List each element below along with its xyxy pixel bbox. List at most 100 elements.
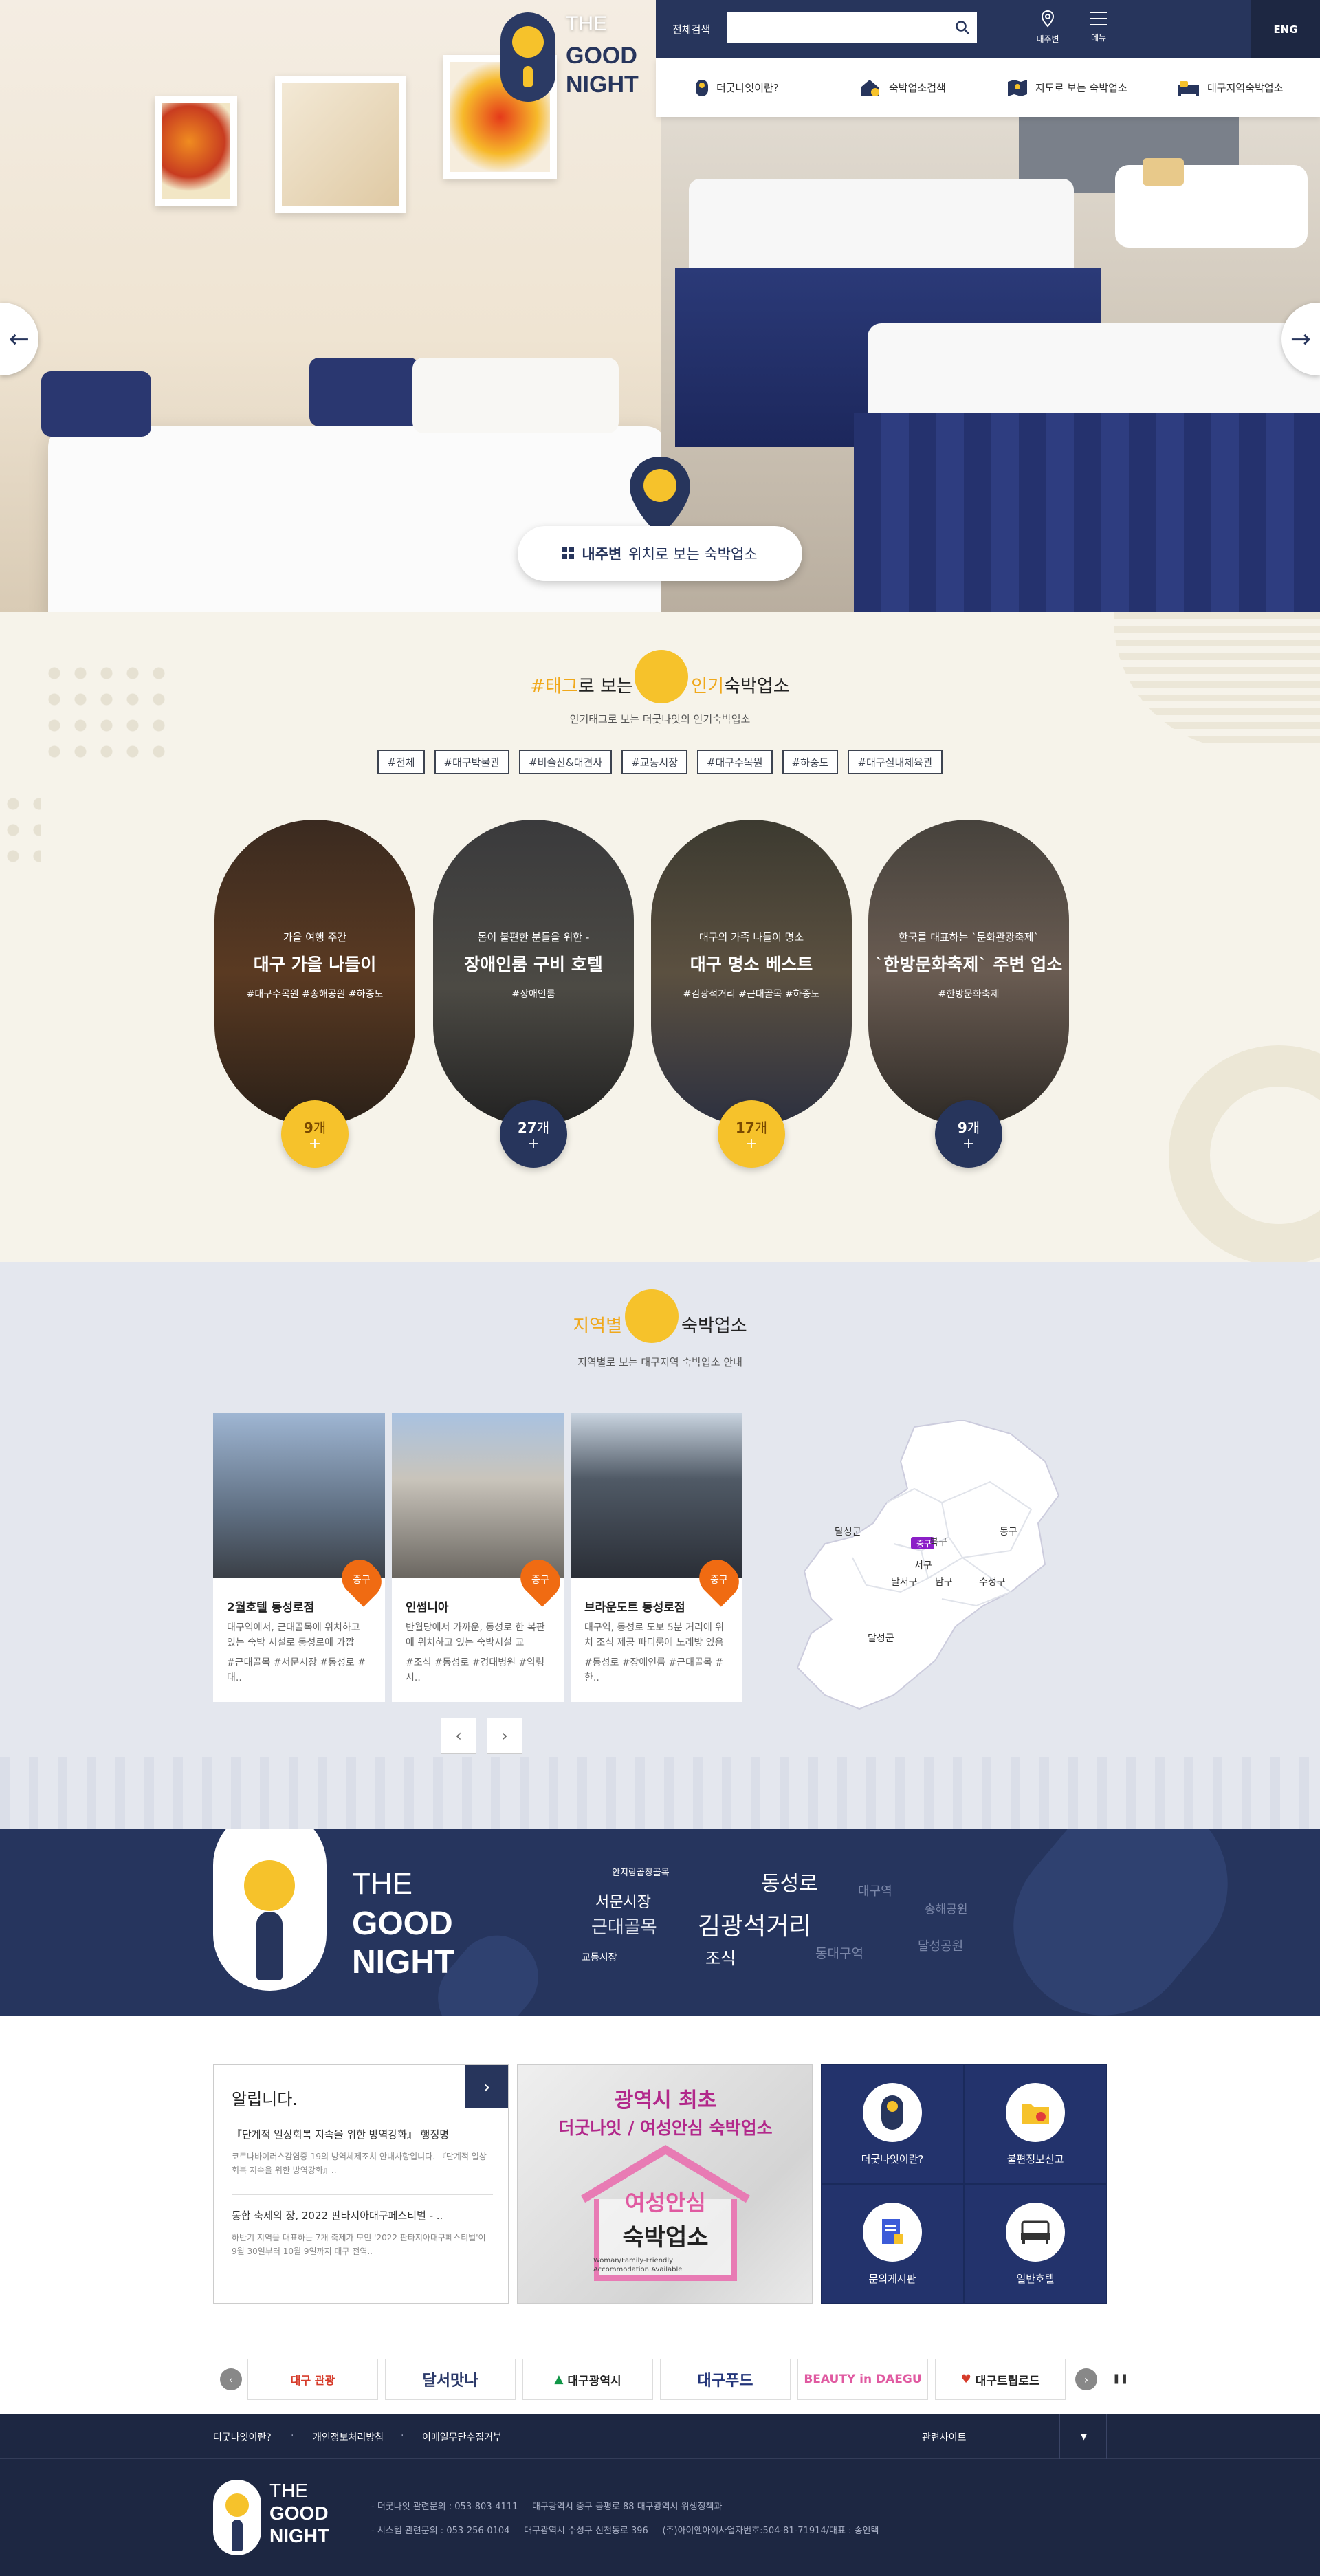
hamburger-icon [1090, 12, 1107, 25]
region-section: 지역별 숙박업소 지역별로 보는 대구지역 숙박업소 안내 중구 2월호텔 동성로… [0, 1262, 1320, 1829]
keyword[interactable]: 달성공원 [918, 1936, 963, 1954]
nearby-map-button[interactable]: 내주변 위치로 보는 숙박업소 [518, 526, 802, 581]
nav-item-region[interactable]: 대구지역숙박업소 [1177, 58, 1283, 117]
partner-logo[interactable]: 달서맛나 [385, 2359, 516, 2400]
logo-night: NIGHT [566, 72, 639, 98]
keyword[interactable]: 조식 [705, 1945, 736, 1969]
footer-link[interactable]: 이메일무단수집거부 [422, 2430, 502, 2444]
house-search-icon [861, 79, 879, 96]
my-area-button[interactable]: 내주변 [1027, 10, 1068, 51]
district-label-junggu[interactable]: 중구 [912, 1538, 936, 1549]
keyword[interactable]: 동성로 [761, 1866, 818, 1897]
region-next-button[interactable]: › [487, 1718, 522, 1754]
tag-chip[interactable]: #비슬산&대견사 [519, 750, 613, 774]
tag-card[interactable]: 가을 여행 주간 대구 가을 나들이 #대구수목원 #송해공원 #하중도 [214, 820, 415, 1126]
pause-icon[interactable]: ❚❚ [1112, 2373, 1128, 2384]
keyword[interactable]: 송해공원 [925, 1899, 968, 1917]
logos-next-button[interactable]: › [1075, 2368, 1097, 2390]
hotel-card[interactable]: 중구 인썸니아 반월당에서 가까운, 동성로 한 복판에 위치하고 있는 숙박시… [392, 1413, 568, 1702]
footer-logo-night: NIGHT [270, 2525, 330, 2546]
card-count[interactable]: 9개 + [935, 1100, 1002, 1168]
promo-banner[interactable]: 광역시 최초 더굿나잇 / 여성안심 숙박업소 여성안심 숙박업소 Woman/… [517, 2064, 813, 2304]
district-label[interactable]: 동구 [1000, 1525, 1018, 1538]
district-label[interactable]: 남구 [935, 1575, 953, 1589]
hotel-name: 2월호텔 동성로점 [227, 1601, 315, 1615]
card-count[interactable]: 9개 + [281, 1100, 349, 1168]
district-label[interactable]: 서구 [914, 1558, 932, 1572]
tag-card[interactable]: 몸이 불편한 분들을 위한 - 장애인룸 구비 호텔 #장애인룸 [433, 820, 634, 1126]
partner-logo[interactable]: 대구 관광 [248, 2359, 378, 2400]
search-button[interactable] [947, 12, 977, 43]
card-count[interactable]: 27개 + [500, 1100, 567, 1168]
district-label[interactable]: 달성군 [868, 1631, 894, 1645]
notice-item[interactable]: 『단계적 일상회복 지속을 위한 방역강화』 행정명 코로나바이러스감염증-19… [232, 2127, 493, 2178]
logos-prev-button[interactable]: ‹ [220, 2368, 242, 2390]
tag-chip[interactable]: #대구수목원 [696, 750, 773, 774]
partner-logo[interactable]: ▲ 대구광역시 [522, 2359, 653, 2400]
logo-the: THE [566, 12, 607, 35]
tag-chip[interactable]: #교동시장 [622, 750, 688, 774]
menu-label: 메뉴 [1090, 33, 1107, 43]
footer-link[interactable]: 더굿나잇이란? [213, 2430, 272, 2444]
nav-item-about[interactable]: 더굿나잇이란? [694, 58, 779, 117]
popular-tag-section: #태그로 보는 인기숙박업소 인기태그로 보는 더굿나잇의 인기숙박업소 #전체… [0, 612, 1320, 1262]
hotel-desc: 반월당에서 가까운, 동성로 한 복판에 위치하고 있는 숙박시설 교 [406, 1622, 545, 1649]
quick-qna[interactable]: 문의게시판 [821, 2184, 964, 2304]
tag-card[interactable]: 대구의 가족 나들이 명소 대구 명소 베스트 #김광석거리 #근대골목 #하중… [651, 820, 852, 1126]
count-value: 9 [957, 1119, 967, 1136]
partner-logo[interactable]: ♥ 대구트립로드 [935, 2359, 1066, 2400]
quick-label: 일반호텔 [1016, 2272, 1055, 2285]
keyword[interactable]: 교동시장 [582, 1950, 617, 1964]
tag-chip[interactable]: #대구실내체육관 [848, 750, 943, 774]
footer-link[interactable]: 개인정보처리방침 [313, 2430, 384, 2444]
plus-icon: + [745, 1135, 758, 1153]
quick-hotel[interactable]: 일반호텔 [964, 2184, 1107, 2304]
notice-item[interactable]: 동합 축제의 장, 2022 판타지아대구페스티벌 - .. 하반기 지역을 대… [232, 2208, 493, 2259]
card-tags: #장애인룸 [512, 989, 556, 1000]
search-input[interactable] [727, 12, 947, 43]
menu-button[interactable]: 메뉴 [1078, 10, 1119, 51]
separator: · [401, 2430, 404, 2441]
nav-item-map[interactable]: 지도로 보는 숙박업소 [1006, 58, 1128, 117]
district-label[interactable]: 수성구 [979, 1575, 1006, 1589]
pillow [309, 358, 419, 426]
hotel-photo [213, 1413, 385, 1578]
site-logo[interactable]: THE GOOD NIGHT [500, 12, 659, 109]
region-prev-button[interactable]: ‹ [441, 1718, 476, 1754]
title-part: 지역별 [573, 1316, 623, 1337]
notice-more-button[interactable]: › [465, 2065, 508, 2108]
folder-icon [1006, 2082, 1065, 2142]
partner-logo[interactable]: BEAUTY in DAEGU [798, 2359, 928, 2400]
district-label[interactable]: 달서구 [891, 1575, 918, 1589]
info-section: 알립니다. › 『단계적 일상회복 지속을 위한 방역강화』 행정명 코로나바이… [0, 2016, 1320, 2344]
keyword[interactable]: 근대골목 [591, 1913, 657, 1939]
quick-report[interactable]: 불편정보신고 [964, 2064, 1107, 2184]
keyword[interactable]: 김광석거리 [698, 1906, 812, 1942]
hotel-badge-icon [625, 1289, 679, 1343]
person-silhouette-icon [256, 1912, 283, 1980]
tag-chip[interactable]: #대구박물관 [434, 750, 510, 774]
related-sites-select[interactable]: 관련사이트 ▼ [901, 2414, 1107, 2459]
tag-chip[interactable]: #전체 [377, 750, 425, 774]
map-pin-icon [627, 455, 693, 538]
hotel-card[interactable]: 중구 브라운도트 동성로점 대구역, 동성로 도보 5분 거리에 위치 조식 제… [571, 1413, 747, 1702]
brand-banner: THE GOOD NIGHT 안지랑곱창골목 동성로 대구역 서문시장 송해공원… [0, 1829, 1320, 2016]
tag-card[interactable]: 한국를 대표하는 `문화관광축제` `한방문화축제` 주변 업소 #한방문화축제 [868, 820, 1069, 1126]
keyword[interactable]: 안지랑곱창골목 [612, 1865, 670, 1878]
notice-item-body: 코로나바이러스감염증-19의 방역체제조치 안내사항입니다. 『단계적 일상회복… [232, 2152, 487, 2176]
nav-item-search[interactable]: 숙박업소검색 [859, 58, 946, 117]
logo-pin-icon [500, 12, 556, 102]
footer-info: THE GOOD NIGHT - 더굿나잇 관련문의 : 053-803-411… [0, 2459, 1320, 2576]
quick-about[interactable]: 더굿나잇이란? [821, 2064, 964, 2184]
keyword[interactable]: 서문시장 [595, 1890, 651, 1912]
partner-logo[interactable]: 대구푸드 [660, 2359, 791, 2400]
keyword[interactable]: 대구역 [858, 1881, 892, 1899]
quick-menu: 더굿나잇이란? 불편정보신고 문의게시판 일반호텔 [821, 2064, 1107, 2304]
card-count[interactable]: 17개 + [718, 1100, 785, 1168]
tag-chip[interactable]: #하중도 [782, 750, 839, 774]
lang-button[interactable]: ENG [1251, 0, 1320, 58]
hotel-card[interactable]: 중구 2월호텔 동성로점 대구역에서, 근대골목에 위치하고 있는 숙박 시설로… [213, 1413, 389, 1702]
district-label[interactable]: 달성군 [835, 1525, 861, 1538]
footer-contact-1: - 더굿나잇 관련문의 : 053-803-4111 대구광역시 중구 공평로 … [371, 2502, 723, 2512]
keyword[interactable]: 동대구역 [815, 1943, 864, 1962]
